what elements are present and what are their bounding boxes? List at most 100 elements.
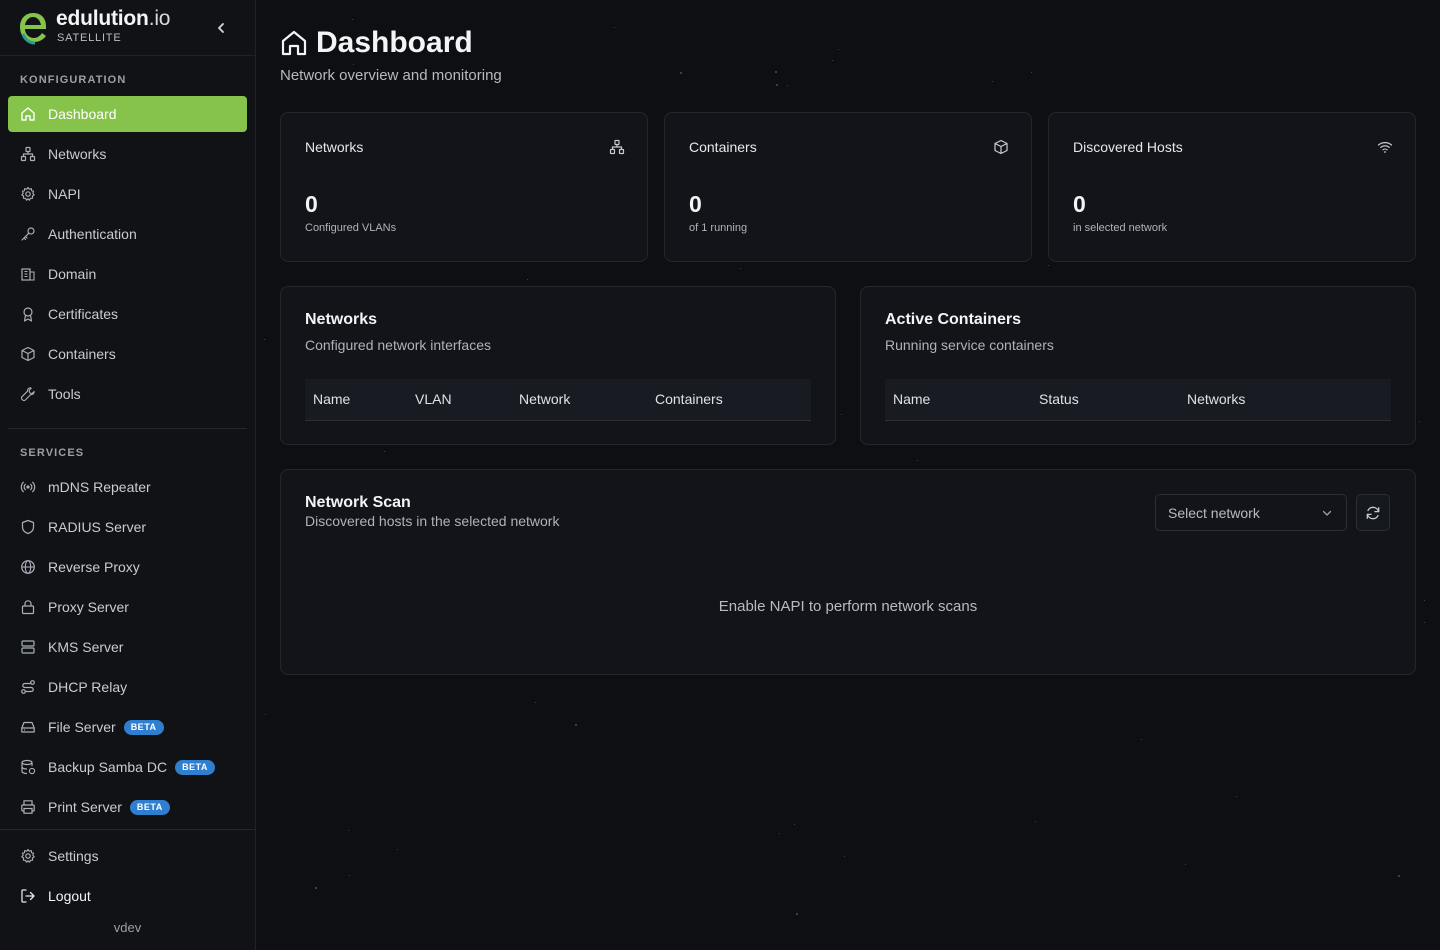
network-select[interactable]: Select network (1155, 494, 1347, 531)
column-header-vlan[interactable]: VLAN (415, 391, 452, 407)
network-icon (20, 146, 36, 162)
gear-icon (20, 848, 36, 864)
brand-tld: .io (148, 7, 171, 30)
sidebar-item-reverse-proxy[interactable]: Reverse Proxy (8, 549, 247, 585)
sidebar-item-label: Reverse Proxy (48, 559, 140, 575)
star-dot (575, 724, 577, 726)
sidebar-item-label: Domain (48, 266, 97, 282)
sidebar-item-label: RADIUS Server (48, 519, 147, 535)
key-icon (20, 226, 36, 242)
star-dot (775, 71, 777, 73)
sidebar-item-label: Tools (48, 386, 81, 402)
star-dot (680, 72, 682, 74)
panel-title: Network Scan (305, 494, 411, 511)
star-dot (838, 49, 839, 50)
main-content: Dashboard Network overview and monitorin… (256, 0, 1440, 950)
app-root: edulution.io SATELLITE KONFIGURATION Das… (0, 0, 1440, 950)
brand-subtitle: SATELLITE (57, 32, 122, 44)
sidebar-item-certificates[interactable]: Certificates (8, 296, 247, 332)
sidebar-item-label: Certificates (48, 306, 119, 322)
star-dot (740, 268, 741, 269)
star-dot (614, 27, 615, 28)
networks-table-header: Name VLAN Network Containers (305, 379, 811, 421)
star-dot (397, 849, 398, 850)
version-label: vdev (113, 920, 142, 935)
award-icon (20, 306, 36, 322)
stat-card-containers: Containers 0 of 1 running (664, 112, 1032, 262)
star-dot (353, 64, 354, 65)
sidebar-item-napi[interactable]: NAPI (8, 176, 247, 212)
star-dot (1048, 265, 1049, 266)
sidebar-item-domain[interactable]: Domain (8, 256, 247, 292)
column-header-containers[interactable]: Containers (655, 391, 723, 407)
sidebar-item-mdns-repeater[interactable]: mDNS Repeater (8, 469, 247, 505)
brand-header: edulution.io SATELLITE (0, 0, 255, 56)
beta-badge: BETA (129, 799, 170, 815)
page-header: Dashboard (280, 26, 473, 60)
sidebar-item-label: NAPI (48, 186, 81, 202)
sidebar-item-dashboard[interactable]: Dashboard (8, 96, 247, 132)
star-dot (841, 414, 842, 415)
star-dot (992, 81, 993, 82)
sidebar-item-dhcp-relay[interactable]: DHCP Relay (8, 669, 247, 705)
column-header-name[interactable]: Name (313, 391, 350, 407)
sidebar: edulution.io SATELLITE KONFIGURATION Das… (0, 0, 256, 950)
panel-subtitle: Discovered hosts in the selected network (305, 513, 560, 529)
sidebar-item-tools[interactable]: Tools (8, 376, 247, 412)
sidebar-item-radius-server[interactable]: RADIUS Server (8, 509, 247, 545)
network-icon (609, 139, 625, 155)
logout-button[interactable]: Logout (8, 878, 247, 914)
edulution-logo-icon (20, 13, 46, 45)
column-header-status[interactable]: Status (1039, 391, 1079, 407)
panel-title: Active Containers (885, 311, 1022, 328)
stat-caption: in selected network (1073, 222, 1168, 234)
stat-caption: of 1 running (689, 222, 748, 234)
star-dot (265, 714, 266, 715)
sidebar-item-networks[interactable]: Networks (8, 136, 247, 172)
star-dot (264, 339, 265, 340)
collapse-sidebar-button[interactable] (210, 17, 232, 39)
printer-icon (20, 799, 36, 815)
sidebar-item-backup-samba-dc[interactable]: Backup Samba DC BETA (8, 749, 247, 785)
stat-value: 0 (305, 191, 318, 217)
star-dot (1419, 421, 1420, 422)
chevron-down-icon (1322, 510, 1332, 516)
star-dot (1398, 875, 1400, 877)
sidebar-item-label: Dashboard (48, 106, 117, 122)
box-icon (20, 346, 36, 362)
star-dot (352, 19, 353, 20)
sidebar-item-proxy-server[interactable]: Proxy Server (8, 589, 247, 625)
star-dot (832, 60, 833, 61)
panel-subtitle: Configured network interfaces (305, 337, 491, 353)
globe-icon (20, 559, 36, 575)
sidebar-item-print-server[interactable]: Print Server BETA (8, 789, 247, 825)
refresh-scan-button[interactable] (1356, 494, 1390, 531)
sidebar-item-settings[interactable]: Settings (8, 838, 247, 874)
beta-badge: BETA (123, 719, 164, 735)
containers-table-header: Name Status Networks (885, 379, 1391, 421)
star-dot (348, 830, 349, 831)
sidebar-item-kms-server[interactable]: KMS Server (8, 629, 247, 665)
home-icon (281, 30, 307, 56)
sidebar-item-label: Proxy Server (48, 599, 129, 615)
sidebar-item-label: Networks (48, 146, 107, 162)
stat-value: 0 (689, 191, 702, 217)
column-header-networks[interactable]: Networks (1187, 391, 1245, 407)
sidebar-item-containers[interactable]: Containers (8, 336, 247, 372)
sidebar-item-file-server[interactable]: File Server BETA (8, 709, 247, 745)
route-icon (20, 679, 36, 695)
refresh-icon (1366, 506, 1380, 519)
wrench-icon (20, 386, 36, 402)
stat-title: Containers (689, 139, 757, 155)
active-containers-panel: Active Containers Running service contai… (860, 286, 1416, 445)
sidebar-item-label: Backup Samba DC (48, 759, 168, 775)
sidebar-item-authentication[interactable]: Authentication (8, 216, 247, 252)
database-backup-icon (20, 759, 36, 775)
star-dot (1185, 864, 1186, 865)
beta-badge: BETA (175, 759, 215, 775)
column-header-name[interactable]: Name (893, 391, 930, 407)
star-dot (384, 451, 385, 452)
star-dot (794, 824, 795, 825)
column-header-network[interactable]: Network (519, 391, 570, 407)
stat-title: Discovered Hosts (1073, 139, 1183, 155)
